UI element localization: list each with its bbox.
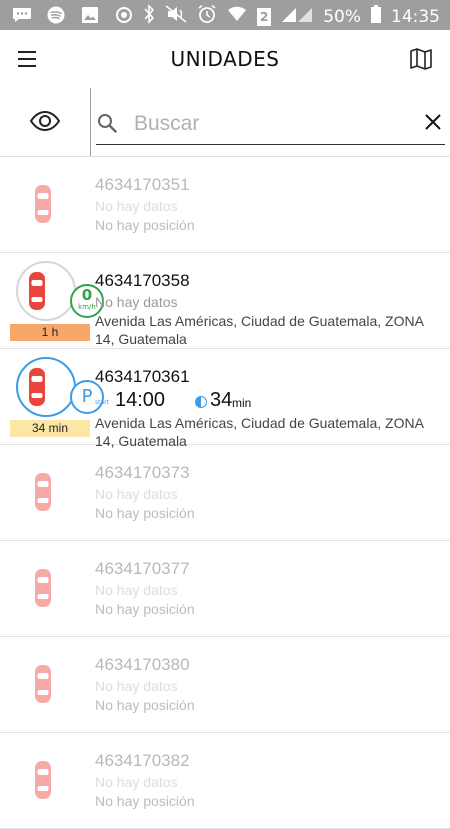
car-icon xyxy=(35,569,51,607)
unit-name: 4634170380 xyxy=(95,655,190,674)
unit-data-status: No hay datos xyxy=(95,678,178,694)
unit-position: No hay posición xyxy=(95,217,195,233)
search-input[interactable] xyxy=(132,106,416,142)
unit-avatar: P xyxy=(16,357,104,417)
battery-percent: 50% xyxy=(323,6,361,27)
eye-icon xyxy=(29,110,61,132)
message-icon xyxy=(12,5,32,25)
unit-position: No hay posición xyxy=(95,505,195,521)
elapsed-tag: 34 min xyxy=(10,420,90,437)
mute-icon xyxy=(165,5,187,28)
divider xyxy=(90,88,91,156)
app-bar: UNIDADES xyxy=(0,30,450,88)
unit-list: 4634170351 No hay datos No hay posición … xyxy=(0,157,450,829)
status-bar: 2 50% 14:35 xyxy=(0,0,450,30)
unit-list-item[interactable]: 4634170380 No hay datos No hay posición xyxy=(0,637,450,733)
car-icon xyxy=(35,761,51,799)
unit-list-item[interactable]: P 34 min 4634170361 start 14:00 34 min A… xyxy=(0,349,450,449)
duration-unit: min xyxy=(232,396,252,410)
unit-list-item[interactable]: 4634170373 No hay datos No hay posición xyxy=(0,445,450,541)
close-icon xyxy=(425,114,441,130)
unit-name: 4634170373 xyxy=(95,463,190,482)
unit-name: 4634170361 xyxy=(95,367,190,386)
search-icon xyxy=(98,114,117,133)
car-icon xyxy=(29,368,45,406)
unit-avatar: 0 km/h xyxy=(16,261,104,321)
car-icon xyxy=(29,272,45,310)
unit-name: 4634170382 xyxy=(95,751,190,770)
unit-position: No hay posición xyxy=(95,793,195,809)
unit-name: 4634170358 xyxy=(95,271,190,290)
unit-list-item[interactable]: 4634170351 No hay datos No hay posición xyxy=(0,157,450,253)
clock: 14:35 xyxy=(391,6,440,27)
duration-value: 34 xyxy=(210,389,233,411)
page-title: UNIDADES xyxy=(170,47,280,71)
unit-data-status: No hay datos xyxy=(95,774,178,790)
unit-list-item[interactable]: 4634170377 No hay datos No hay posición xyxy=(0,541,450,637)
sim-icon: 2 xyxy=(257,7,272,26)
map-icon xyxy=(410,48,432,70)
car-icon xyxy=(35,473,51,511)
unit-data-status: No hay datos xyxy=(95,486,178,502)
car-icon xyxy=(35,665,51,703)
map-button[interactable] xyxy=(408,46,434,72)
unit-list-item[interactable]: 0 km/h 1 h 4634170358 No hay datos Aveni… xyxy=(0,253,450,349)
unit-list-item[interactable]: 4634170382 No hay datos No hay posición xyxy=(0,733,450,829)
visibility-toggle-button[interactable] xyxy=(28,108,62,134)
sync-icon xyxy=(114,5,134,25)
unit-name: 4634170377 xyxy=(95,559,190,578)
wifi-icon xyxy=(227,5,247,28)
unit-position: No hay posición xyxy=(95,697,195,713)
signal-icon xyxy=(281,5,313,28)
unit-position: No hay posición xyxy=(95,601,195,617)
alarm-icon xyxy=(197,4,217,29)
spotify-icon xyxy=(46,5,66,25)
bluetooth-icon xyxy=(143,4,155,29)
unit-data-status: No hay datos xyxy=(95,198,178,214)
search-field xyxy=(96,104,445,145)
start-time: 14:00 xyxy=(115,389,166,411)
unit-data-status: No hay datos xyxy=(95,582,178,598)
trip-info: start 14:00 34 min xyxy=(95,388,442,414)
start-label: start xyxy=(95,399,109,406)
duration-icon xyxy=(195,396,207,408)
unit-data-status: No hay datos xyxy=(95,294,178,310)
unit-name: 4634170351 xyxy=(95,175,190,194)
search-row xyxy=(0,88,450,157)
unit-address: Avenida Las Américas, Ciudad de Guatemal… xyxy=(95,313,424,347)
car-icon xyxy=(35,185,51,223)
battery-icon xyxy=(371,5,381,28)
elapsed-tag: 1 h xyxy=(10,324,90,341)
clear-search-button[interactable] xyxy=(423,112,443,132)
image-icon xyxy=(80,5,100,25)
